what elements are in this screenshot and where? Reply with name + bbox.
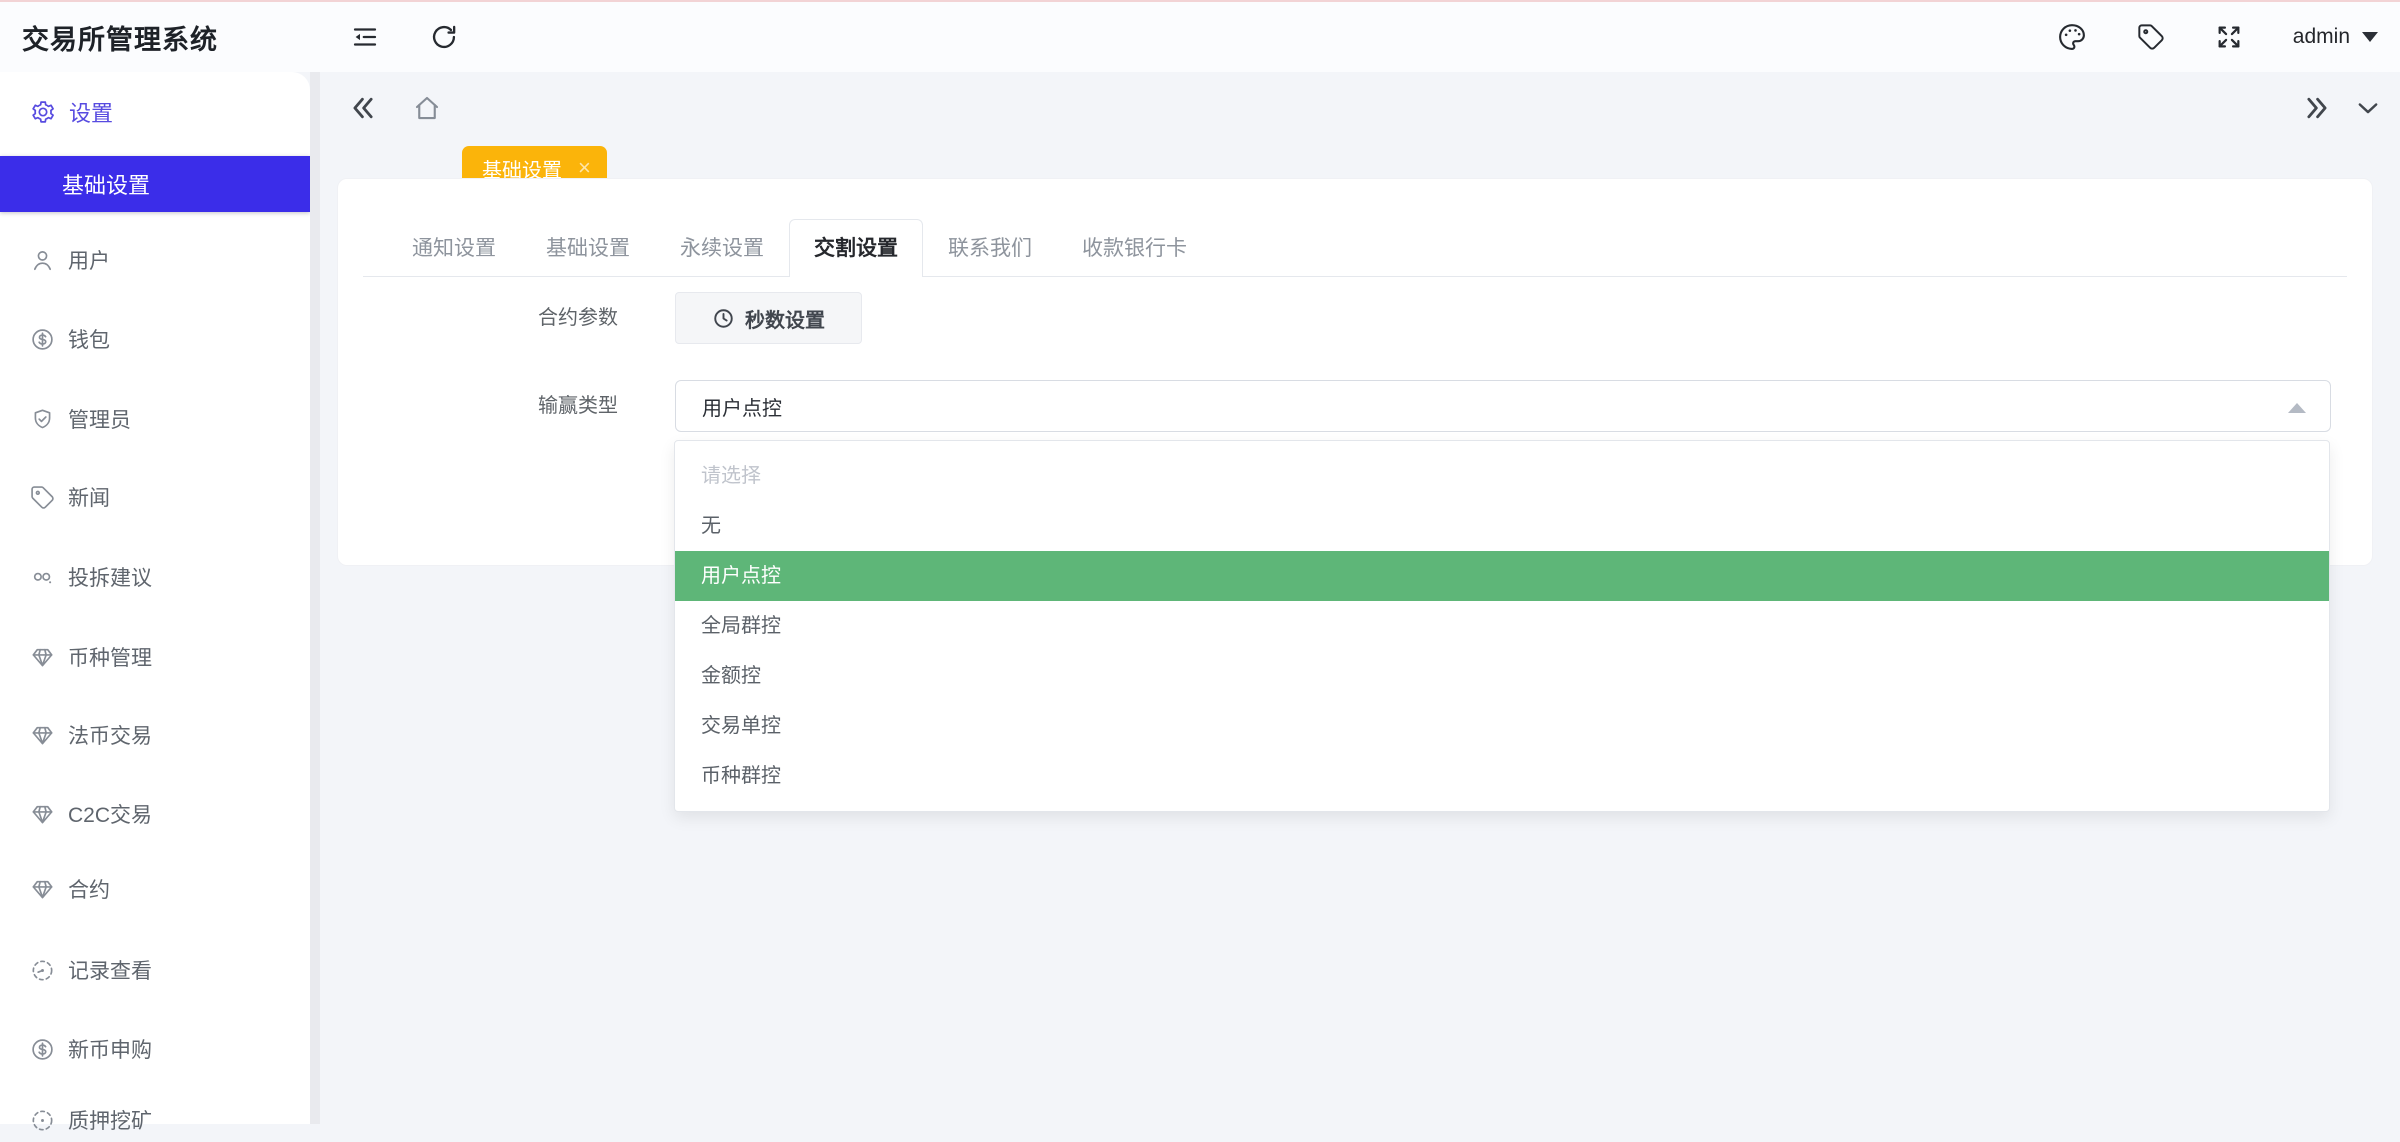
double-chevron-left-icon[interactable]	[348, 72, 378, 144]
tag-bar: 基础设置 ×	[0, 72, 2400, 190]
sidebar-item[interactable]: 用户	[0, 238, 310, 282]
app-title: 交易所管理系统	[22, 24, 218, 55]
dropdown-option[interactable]: 金额控	[675, 651, 2329, 701]
wallet-icon	[30, 327, 55, 352]
dropdown-option[interactable]: 无	[675, 501, 2329, 551]
dropdown-option[interactable]: 全局群控	[675, 601, 2329, 651]
win-type-label: 输赢类型	[538, 395, 618, 417]
sidebar-item-settings[interactable]: 设置	[0, 90, 310, 134]
sidebar-item-basic-settings-active[interactable]: 基础设置	[0, 156, 310, 212]
sidebar-active-label: 基础设置	[62, 173, 151, 198]
tag-icon[interactable]	[2137, 23, 2165, 51]
seconds-settings-label: 秒数设置	[745, 309, 825, 332]
fold-menu-icon	[350, 22, 380, 52]
chevron-down-icon[interactable]	[2354, 72, 2382, 144]
tab-item[interactable]: 永续设置	[655, 219, 789, 276]
sidebar-item-label: 设置	[69, 101, 114, 126]
sidebar-item[interactable]: C2C交易	[0, 792, 310, 836]
sidebar: 设置 基础设置 用户钱包管理员新闻投拆建议币种管理法币交易 C2C交易合约记录查看…	[0, 72, 310, 1133]
win-type-select-value: 用户点控	[702, 397, 782, 420]
user-icon	[30, 248, 55, 273]
double-chevron-right-icon[interactable]	[2302, 72, 2332, 144]
gem-icon	[30, 645, 55, 670]
sidebar-item[interactable]: 钱包	[0, 317, 310, 361]
refresh-button[interactable]	[430, 2, 458, 72]
sidebar-item[interactable]: 质押挖矿	[0, 1098, 310, 1142]
coin-dollar-icon	[30, 1037, 55, 1062]
sidebar-item-label: 质押挖矿	[68, 1110, 152, 1133]
home-icon[interactable]	[412, 72, 442, 144]
sidebar-item[interactable]: 记录查看	[0, 948, 310, 992]
dropdown-option[interactable]: 用户点控	[675, 551, 2329, 601]
sidebar-item-label: 法币交易	[68, 725, 152, 748]
feedback-link-icon	[30, 565, 55, 590]
progress-bar	[0, 0, 2400, 2]
fullscreen-icon[interactable]	[2215, 23, 2243, 51]
gear-icon	[30, 99, 56, 125]
dropdown-option[interactable]: 请选择	[675, 451, 2329, 501]
fold-menu-button[interactable]	[350, 2, 380, 72]
tab-item[interactable]: 收款银行卡	[1057, 219, 1212, 276]
sidebar-scrollbar[interactable]	[310, 72, 320, 1124]
gem-icon	[30, 802, 55, 827]
sidebar-item-label: 新币申购	[68, 1039, 152, 1062]
records-icon	[30, 958, 55, 983]
win-type-dropdown: 请选择无用户点控 全局群控 金额控 交易单控 币种群控	[674, 440, 2330, 812]
shield-check-icon	[30, 407, 55, 432]
sidebar-item[interactable]: 管理员	[0, 397, 310, 441]
gem-icon	[30, 877, 55, 902]
contract-params-label: 合约参数	[538, 307, 618, 329]
tab-item[interactable]: 联系我们	[923, 219, 1057, 276]
mining-icon	[30, 1108, 55, 1133]
sidebar-item-label: C2C交易	[68, 804, 153, 827]
top-header: 交易所管理系统 admin	[0, 2, 2400, 72]
sidebar-item[interactable]: 新闻	[0, 475, 310, 519]
sidebar-item-label: 管理员	[68, 409, 131, 432]
sidebar-item[interactable]: 合约	[0, 867, 310, 911]
tab-active[interactable]: 交割设置	[789, 219, 923, 277]
user-menu[interactable]: admin	[2293, 25, 2378, 49]
sidebar-item[interactable]: 法币交易	[0, 713, 310, 757]
tabs: 通知设置 基础设置 永续设置 交割设置 联系我们 收款银行卡	[363, 219, 2347, 277]
dropdown-option[interactable]: 币种群控	[675, 751, 2329, 801]
sidebar-item-label: 用户	[68, 250, 110, 273]
close-icon[interactable]: ×	[578, 157, 591, 179]
sidebar-item-label: 投拆建议	[68, 567, 152, 590]
gem-icon	[30, 723, 55, 748]
caret-up-icon	[2288, 403, 2306, 413]
dropdown-option[interactable]: 交易单控	[675, 701, 2329, 751]
sidebar-item-label: 合约	[68, 879, 110, 902]
refresh-icon	[430, 23, 458, 51]
seconds-settings-button[interactable]: 秒数设置	[675, 292, 862, 344]
sidebar-item[interactable]: 投拆建议	[0, 555, 310, 599]
sidebar-item[interactable]: 币种管理	[0, 635, 310, 679]
caret-down-icon	[2362, 32, 2378, 42]
tab-item[interactable]: 通知设置	[387, 219, 521, 276]
news-tag-icon	[30, 485, 55, 510]
user-name: admin	[2292, 25, 2350, 48]
win-type-select[interactable]: 用户点控	[675, 380, 2331, 432]
palette-icon[interactable]	[2057, 22, 2087, 52]
clock-icon	[712, 307, 735, 330]
sidebar-item[interactable]: 新币申购	[0, 1027, 310, 1071]
sidebar-item-label: 记录查看	[68, 960, 152, 983]
tab-item[interactable]: 基础设置	[521, 219, 655, 276]
sidebar-item-label: 币种管理	[68, 647, 152, 670]
sidebar-item-label: 钱包	[68, 329, 110, 352]
sidebar-item-label: 新闻	[68, 487, 110, 510]
